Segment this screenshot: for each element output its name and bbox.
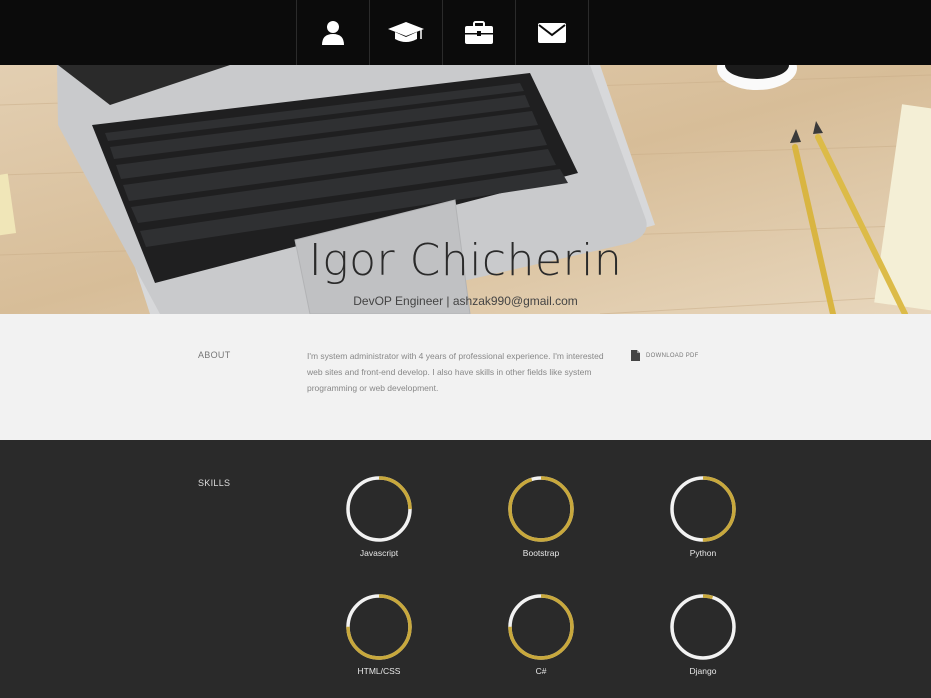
skill-csharp: C# [496, 593, 586, 676]
skill-html-css: HTML/CSS [334, 593, 424, 676]
hero-subtitle: DevOP Engineer | ashzak990@gmail.com [353, 294, 578, 308]
skill-label: HTML/CSS [357, 666, 401, 676]
skill-label: Javascript [359, 548, 399, 558]
skills-section: SKILLS Javascript Bootstrap Python HTML/… [0, 440, 931, 698]
about-section: ABOUT I'm system administrator with 4 ye… [0, 314, 931, 440]
file-icon [631, 350, 640, 361]
skill-bootstrap: Bootstrap [496, 475, 586, 558]
nav-items [296, 0, 589, 65]
download-pdf-link[interactable]: DOWNLOAD PDF [631, 350, 699, 361]
skill-python: Python [658, 475, 748, 558]
hero-name: Igor Chicherin [308, 235, 623, 286]
skill-label: C# [535, 666, 547, 676]
nav-item-work[interactable] [442, 0, 515, 65]
hero-banner: Igor Chicherin DevOP Engineer | ashzak99… [0, 65, 931, 314]
nav-item-education[interactable] [369, 0, 442, 65]
nav-item-contact[interactable] [515, 0, 589, 65]
download-pdf-label: DOWNLOAD PDF [646, 352, 699, 359]
skill-ring [346, 476, 412, 542]
skill-ring [508, 594, 574, 660]
graduation-cap-icon [388, 21, 424, 42]
about-text: I'm system administrator with 4 years of… [307, 351, 604, 393]
user-icon [322, 20, 344, 45]
skills-heading: SKILLS [198, 478, 231, 488]
skill-django: Django [658, 593, 748, 676]
skill-ring [346, 594, 412, 660]
top-nav [0, 0, 931, 65]
skill-ring [670, 476, 736, 542]
envelope-icon [538, 22, 566, 43]
skill-ring [508, 476, 574, 542]
briefcase-icon [465, 20, 493, 44]
skill-label: Bootstrap [522, 548, 560, 558]
nav-item-profile[interactable] [296, 0, 369, 65]
skill-label: Django [689, 666, 717, 676]
about-heading: ABOUT [198, 350, 231, 360]
skill-javascript: Javascript [334, 475, 424, 558]
skill-ring [670, 594, 736, 660]
skill-label: Python [689, 548, 717, 558]
